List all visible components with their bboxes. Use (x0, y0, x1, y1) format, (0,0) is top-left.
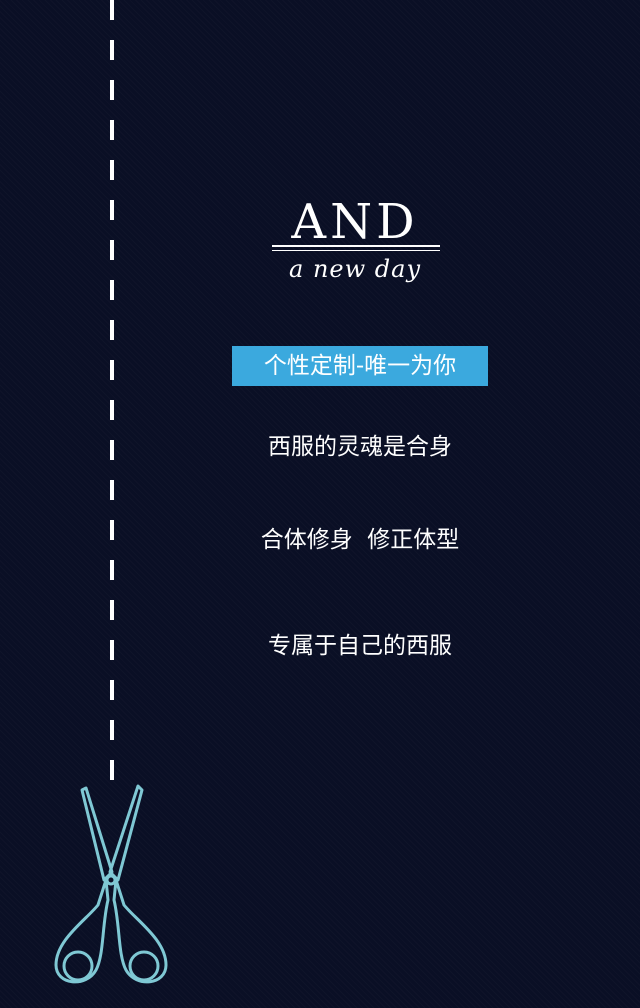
slogan-line-2: 合体修身 修正体型 (260, 527, 460, 553)
dashed-cut-line (110, 0, 114, 790)
custom-badge: 个性定制-唯一为你 (232, 346, 488, 386)
logo-rule-bottom (272, 250, 440, 251)
slogan-line-1: 西服的灵魂是合身 (268, 434, 452, 460)
logo-rule-top (272, 245, 440, 247)
scissors-icon (54, 784, 168, 984)
slogan-line-3: 专属于自己的西服 (268, 633, 452, 659)
brand-tagline: a new day (289, 255, 421, 283)
brand-title: AND (291, 194, 419, 250)
